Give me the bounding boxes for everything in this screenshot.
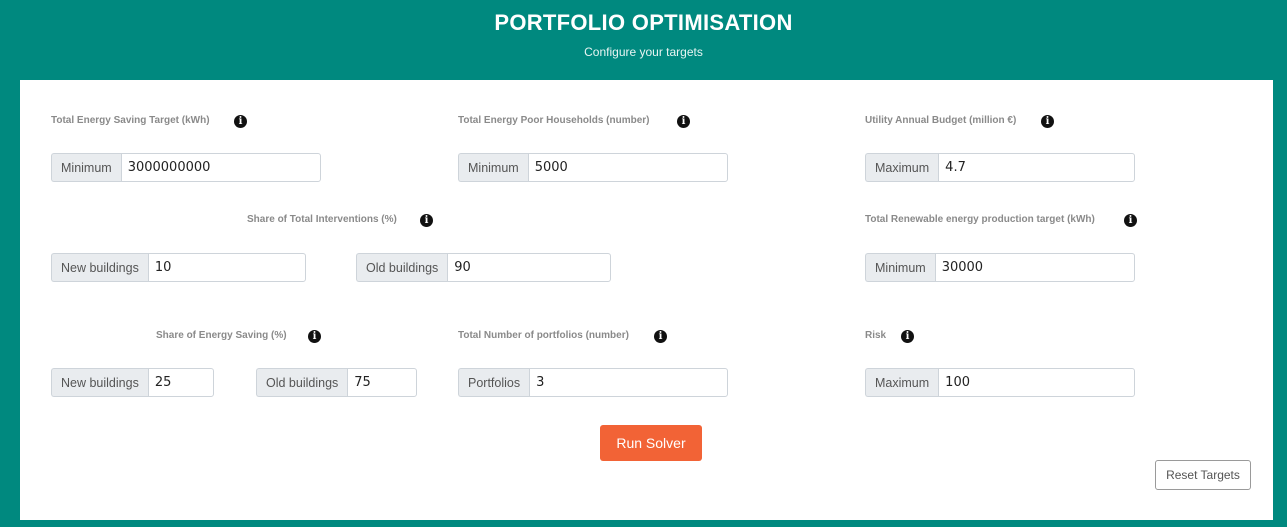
share-saving-old-group: Old buildings 75 [256,368,417,397]
reset-targets-button[interactable]: Reset Targets [1155,460,1251,490]
page-title: PORTFOLIO OPTIMISATION [494,10,793,35]
header: PORTFOLIO OPTIMISATION Configure your ta… [0,0,1287,80]
share-saving-label: Share of Energy Saving (%) [156,330,287,341]
risk-group: Maximum 100 [865,368,1135,397]
targets-form: Total Energy Saving Target (kWh) i Minim… [20,80,1273,520]
interventions-new-group: New buildings 10 [51,253,306,282]
interventions-old-input[interactable]: 90 [447,253,611,282]
energy-saving-input[interactable]: 3000000000 [120,153,321,182]
portfolios-input[interactable]: 3 [529,368,728,397]
interventions-old-addon: Old buildings [356,253,448,282]
portfolios-group: Portfolios 3 [458,368,728,397]
info-icon[interactable]: i [901,330,914,343]
energy-saving-label: Total Energy Saving Target (kWh) [51,115,210,126]
interventions-old-group: Old buildings 90 [356,253,611,282]
info-icon[interactable]: i [420,214,433,227]
info-icon[interactable]: i [677,115,690,128]
interventions-new-addon: New buildings [51,253,148,282]
share-saving-old-addon: Old buildings [256,368,348,397]
budget-group: Maximum 4.7 [865,153,1135,182]
energy-poor-label: Total Energy Poor Households (number) [458,115,650,126]
risk-label: Risk [865,330,887,341]
page-subtitle: Configure your targets [584,45,703,59]
renewable-addon: Minimum [865,253,935,282]
run-solver-button[interactable]: Run Solver [600,425,702,461]
interventions-new-input[interactable]: 10 [147,253,306,282]
share-saving-new-addon: New buildings [51,368,148,397]
energy-poor-input[interactable]: 5000 [527,153,728,182]
budget-input[interactable]: 4.7 [938,153,1135,182]
share-saving-new-group: New buildings 25 [51,368,214,397]
energy-saving-addon: Minimum [51,153,121,182]
budget-addon: Maximum [865,153,939,182]
renewable-label: Total Renewable energy production target… [865,214,1095,225]
energy-saving-group: Minimum 3000000000 [51,153,321,182]
info-icon[interactable]: i [1041,115,1054,128]
renewable-group: Minimum 30000 [865,253,1135,282]
risk-input[interactable]: 100 [938,368,1135,397]
info-icon[interactable]: i [308,330,321,343]
budget-label: Utility Annual Budget (million €) [865,115,1017,126]
share-saving-old-input[interactable]: 75 [347,368,417,397]
portfolios-label: Total Number of portfolios (number) [458,330,629,341]
info-icon[interactable]: i [1124,214,1137,227]
info-icon[interactable]: i [654,330,667,343]
energy-poor-group: Minimum 5000 [458,153,728,182]
share-saving-new-input[interactable]: 25 [147,368,214,397]
interventions-label: Share of Total Interventions (%) [247,214,397,225]
renewable-input[interactable]: 30000 [934,253,1135,282]
energy-poor-addon: Minimum [458,153,528,182]
portfolios-addon: Portfolios [458,368,530,397]
info-icon[interactable]: i [234,115,247,128]
risk-addon: Maximum [865,368,939,397]
